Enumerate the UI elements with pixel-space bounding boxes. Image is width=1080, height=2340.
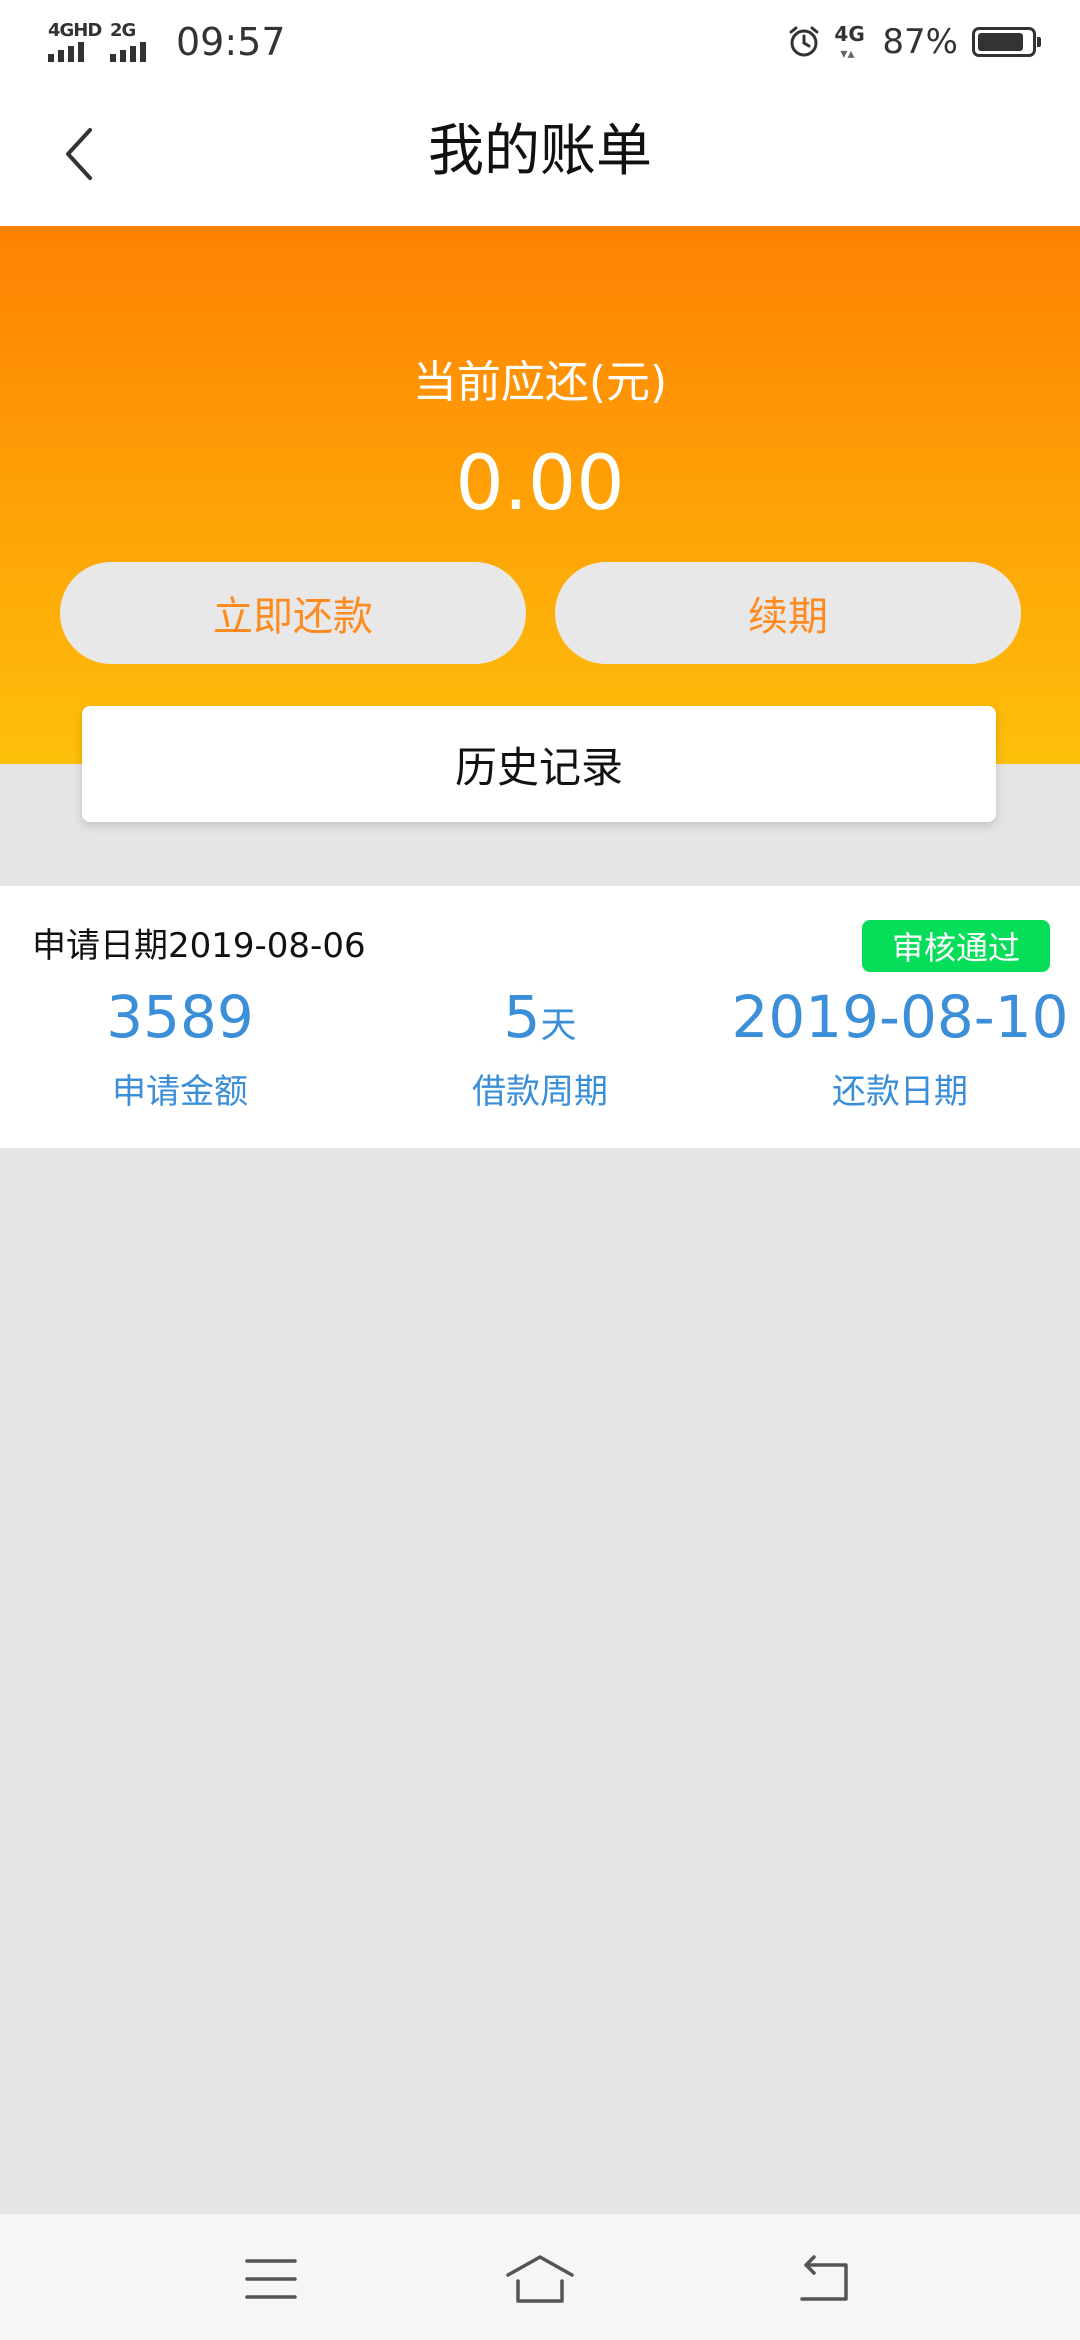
battery-icon [972,27,1041,57]
apply-amount-value: 3589 [106,983,254,1051]
loan-period-value-wrap: 5天 [360,982,720,1052]
return-icon [800,2255,848,2301]
due-date-label: 还款日期 [832,1072,968,1112]
apply-amount-column: 3589 申请金额 [0,982,360,1113]
system-back-button[interactable] [783,2244,863,2314]
due-date-column: 2019-08-10 还款日期 [720,982,1080,1113]
status-badge: 审核通过 [861,920,1050,972]
current-due-label: 当前应还(元) [412,357,668,408]
signal-2g-label: 2G [110,20,136,41]
alarm-icon [789,26,819,57]
loan-period-value: 5 [503,983,541,1051]
history-button[interactable]: 历史记录 [82,706,996,822]
status-bar: 4GHD 2G 09:57 4G ▾▴ 87% [0,0,1080,84]
apply-amount-label: 申请金额 [112,1072,248,1112]
loan-period-unit: 天 [540,1005,577,1046]
signal-label: 4GHD [48,20,102,41]
signal-strength-icon: 4GHD [48,22,102,62]
battery-fill [978,33,1023,51]
renew-button[interactable]: 续期 [555,562,1021,664]
net-label: 4G [834,22,865,46]
menu-icon [245,2259,297,2299]
page-title: 我的账单 [428,119,652,184]
status-right: 4G ▾▴ 87% [788,18,1041,66]
repay-now-button[interactable]: 立即还款 [60,562,526,664]
loan-record[interactable]: 申请日期2019-08-06 审核通过 3589 申请金额 5天 借款周期 20… [0,886,1080,1148]
status-time: 09:57 [176,20,286,64]
menu-button[interactable] [231,2244,311,2314]
current-due-amount: 0.00 [455,438,625,527]
apply-date: 申请日期2019-08-06 [32,926,366,966]
signal-strength-2g-icon: 2G [110,22,158,62]
system-nav-bar [0,2214,1080,2340]
home-button[interactable] [500,2244,580,2314]
loan-period-column: 5天 借款周期 [360,982,720,1113]
status-left: 4GHD 2G 09:57 [48,18,286,66]
loan-period-label: 借款周期 [472,1072,608,1112]
home-icon [506,2255,574,2303]
header: 我的账单 [0,84,1080,226]
due-date-value: 2019-08-10 [731,983,1069,1051]
battery-percent: 87% [882,22,958,62]
balance-banner: 当前应还(元) 0.00 立即还款 续期 [0,226,1080,764]
mobile-data-icon: 4G ▾▴ [834,22,865,62]
